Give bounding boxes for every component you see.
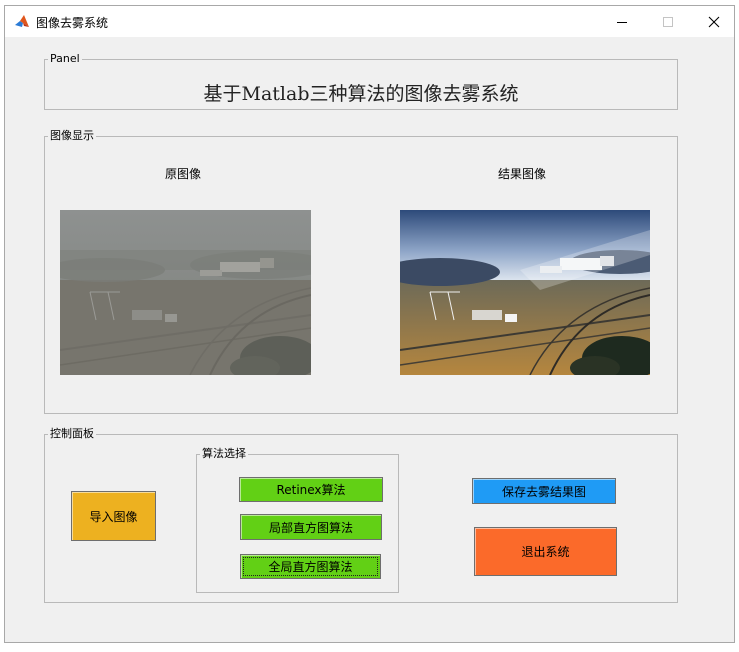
- maximize-button[interactable]: [645, 6, 691, 37]
- header-panel: Panel 基于Matlab三种算法的图像去雾系统: [44, 53, 678, 110]
- page-title: 基于Matlab三种算法的图像去雾系统: [203, 83, 519, 105]
- save-result-button[interactable]: 保存去雾结果图: [472, 478, 616, 504]
- title-bar[interactable]: 图像去雾系统: [5, 6, 734, 37]
- control-panel-legend: 控制面板: [50, 427, 94, 440]
- window-title: 图像去雾系统: [36, 16, 109, 30]
- matlab-icon: [14, 14, 30, 30]
- algorithm-select-legend: 算法选择: [202, 447, 246, 460]
- original-image: [60, 210, 311, 375]
- image-display-legend: 图像显示: [50, 129, 94, 142]
- close-icon: [708, 16, 720, 27]
- maximize-icon: [663, 16, 673, 27]
- result-image: [400, 210, 650, 375]
- close-button[interactable]: [691, 6, 737, 37]
- minimize-button[interactable]: [599, 6, 645, 37]
- local-histogram-button[interactable]: 局部直方图算法: [240, 514, 382, 540]
- import-image-button[interactable]: 导入图像: [71, 491, 156, 541]
- minimize-icon: [617, 21, 627, 23]
- exit-system-button[interactable]: 退出系统: [474, 527, 617, 576]
- result-image-label: 结果图像: [498, 167, 547, 181]
- original-image-label: 原图像: [165, 167, 202, 181]
- retinex-algorithm-button[interactable]: Retinex算法: [239, 477, 383, 502]
- global-histogram-button[interactable]: 全局直方图算法: [240, 554, 381, 579]
- header-panel-legend: Panel: [50, 52, 80, 65]
